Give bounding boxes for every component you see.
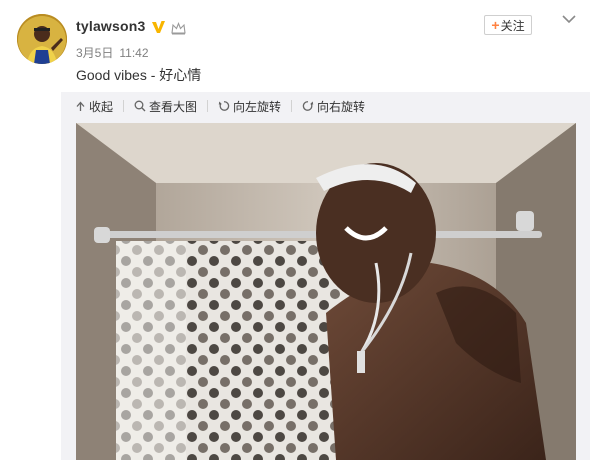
media-panel: 收起 查看大图 向左旋转 向右旋转 (61, 92, 590, 460)
view-large-button[interactable]: 查看大图 (134, 98, 197, 115)
rotate-right-icon (302, 101, 314, 111)
bathroom-selfie-image (76, 123, 576, 460)
crown-icon[interactable] (171, 22, 186, 35)
toolbar-divider (123, 100, 125, 112)
post-date[interactable]: 3月5日 (76, 46, 113, 60)
post-meta: 3月5日 11:42 (76, 44, 149, 61)
rotate-left-button[interactable]: 向左旋转 (218, 98, 281, 115)
user-avatar[interactable] (17, 14, 67, 64)
post-time[interactable]: 11:42 (119, 46, 148, 60)
collapse-label: 收起 (89, 99, 114, 114)
follow-label: 关注 (500, 18, 525, 33)
follow-button[interactable]: + 关注 (484, 15, 532, 35)
rotate-left-label: 向左旋转 (233, 99, 282, 114)
rotate-right-label: 向右旋转 (317, 99, 366, 114)
view-large-label: 查看大图 (149, 99, 198, 114)
chevron-down-icon[interactable] (562, 14, 576, 24)
plus-icon: + (491, 17, 500, 33)
toolbar-divider (207, 100, 209, 112)
avatar-image (17, 14, 67, 64)
media-toolbar: 收起 查看大图 向左旋转 向右旋转 (75, 92, 375, 120)
post-photo[interactable] (76, 123, 576, 460)
collapse-arrow-icon (76, 101, 85, 111)
rotate-right-button[interactable]: 向右旋转 (302, 98, 365, 115)
verified-v-icon (152, 21, 165, 33)
post-text: Good vibes - 好心情 (76, 67, 202, 83)
toolbar-divider (291, 100, 293, 112)
username[interactable]: tylawson3 (76, 18, 146, 34)
collapse-button[interactable]: 收起 (75, 98, 113, 115)
rotate-left-icon (218, 101, 230, 111)
weibo-post-card: tylawson3 3月5日 11:42 Good vibes - 好心情 + 关… (0, 0, 590, 460)
magnifier-icon (134, 100, 146, 112)
